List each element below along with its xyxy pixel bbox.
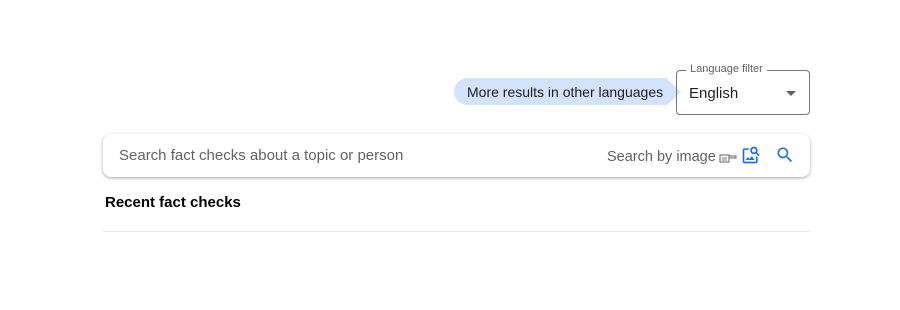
more-results-callout: More results in other languages <box>454 78 682 105</box>
search-bar: Search by image <box>103 134 810 177</box>
language-filter-label: Language filter <box>686 63 767 75</box>
language-filter-value: English <box>689 85 739 102</box>
section-divider <box>103 231 810 232</box>
fact-check-explorer-page: More results in other languages Language… <box>0 0 900 310</box>
pointing-hand-icon <box>719 154 737 163</box>
more-results-callout-text: More results in other languages <box>454 78 668 105</box>
search-icon[interactable] <box>775 145 795 165</box>
arrow-drop-down-icon <box>786 91 796 96</box>
recent-fact-checks-heading: Recent fact checks <box>105 194 241 211</box>
search-input[interactable] <box>103 134 583 177</box>
search-by-image-label: Search by image <box>607 149 716 165</box>
language-filter-select[interactable]: Language filter English <box>676 63 810 115</box>
image-search-icon[interactable] <box>741 145 761 165</box>
